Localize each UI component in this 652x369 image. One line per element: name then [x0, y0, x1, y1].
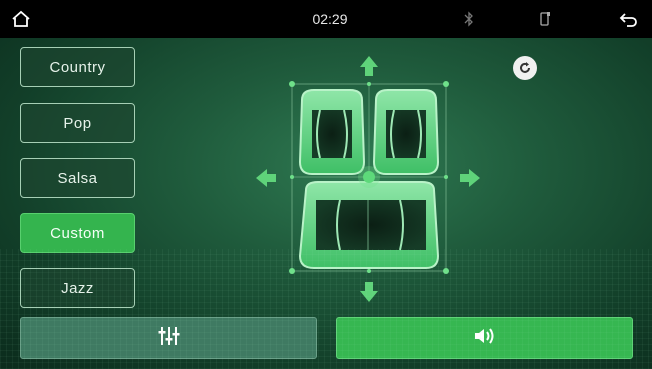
arrow-down-icon[interactable]: [360, 282, 378, 302]
sound-field-button[interactable]: [336, 317, 633, 359]
seat-front-right[interactable]: [372, 89, 440, 175]
status-bar: 02:29: [0, 0, 652, 38]
seat-rear-bench[interactable]: [298, 181, 440, 269]
arrow-up-icon[interactable]: [360, 56, 378, 76]
arrow-right-icon[interactable]: [460, 169, 480, 187]
home-icon[interactable]: [6, 0, 36, 38]
speaker-sound-icon: [472, 326, 498, 351]
arrow-left-icon[interactable]: [256, 169, 276, 187]
clock-time: 02:29: [312, 11, 348, 27]
bluetooth-icon: [459, 0, 479, 38]
reset-icon[interactable]: [513, 56, 537, 80]
preset-jazz-button[interactable]: Jazz: [20, 268, 135, 308]
back-icon[interactable]: [614, 0, 644, 38]
phone-connection-icon: [534, 0, 556, 38]
sound-field-seat-map: [250, 50, 490, 310]
equalizer-icon: [157, 325, 181, 352]
preset-pop-button[interactable]: Pop: [20, 103, 135, 143]
preset-country-button[interactable]: Country: [20, 47, 135, 87]
preset-custom-button[interactable]: Custom: [20, 213, 135, 253]
sound-field-screen: 02:29 Country Pop Salsa Custom Jazz: [0, 0, 652, 369]
preset-salsa-button[interactable]: Salsa: [20, 158, 135, 198]
sound-focus-point[interactable]: [358, 166, 380, 188]
equalizer-button[interactable]: [20, 317, 317, 359]
seat-front-left[interactable]: [298, 89, 366, 175]
